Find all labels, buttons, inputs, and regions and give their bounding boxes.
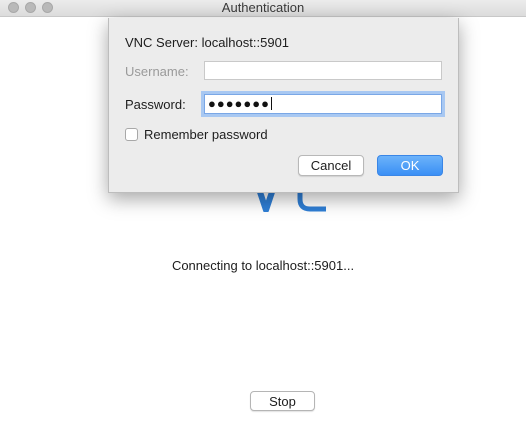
vnc-server-label: VNC Server: localhost::5901: [125, 35, 290, 50]
cancel-button[interactable]: Cancel: [298, 155, 364, 176]
authentication-dialog: VNC Server: localhost::5901 Username: Pa…: [108, 18, 459, 193]
text-caret: [270, 97, 272, 110]
password-masked-value: ●●●●●●●: [208, 96, 270, 111]
remember-password-label[interactable]: Remember password: [144, 127, 268, 142]
username-field[interactable]: [204, 61, 442, 80]
password-label: Password:: [125, 97, 186, 112]
vnc-viewer-window: Authentication Connecting to localhost::…: [0, 0, 526, 423]
window-title: Authentication: [221, 0, 305, 15]
password-field[interactable]: ●●●●●●●: [204, 94, 442, 114]
username-label: Username:: [125, 64, 189, 79]
ok-button[interactable]: OK: [377, 155, 443, 176]
stop-button[interactable]: Stop: [250, 391, 315, 411]
title-bar: Authentication: [0, 0, 526, 17]
connection-status-text: Connecting to localhost::5901...: [171, 258, 355, 273]
remember-password-checkbox[interactable]: [125, 128, 138, 141]
